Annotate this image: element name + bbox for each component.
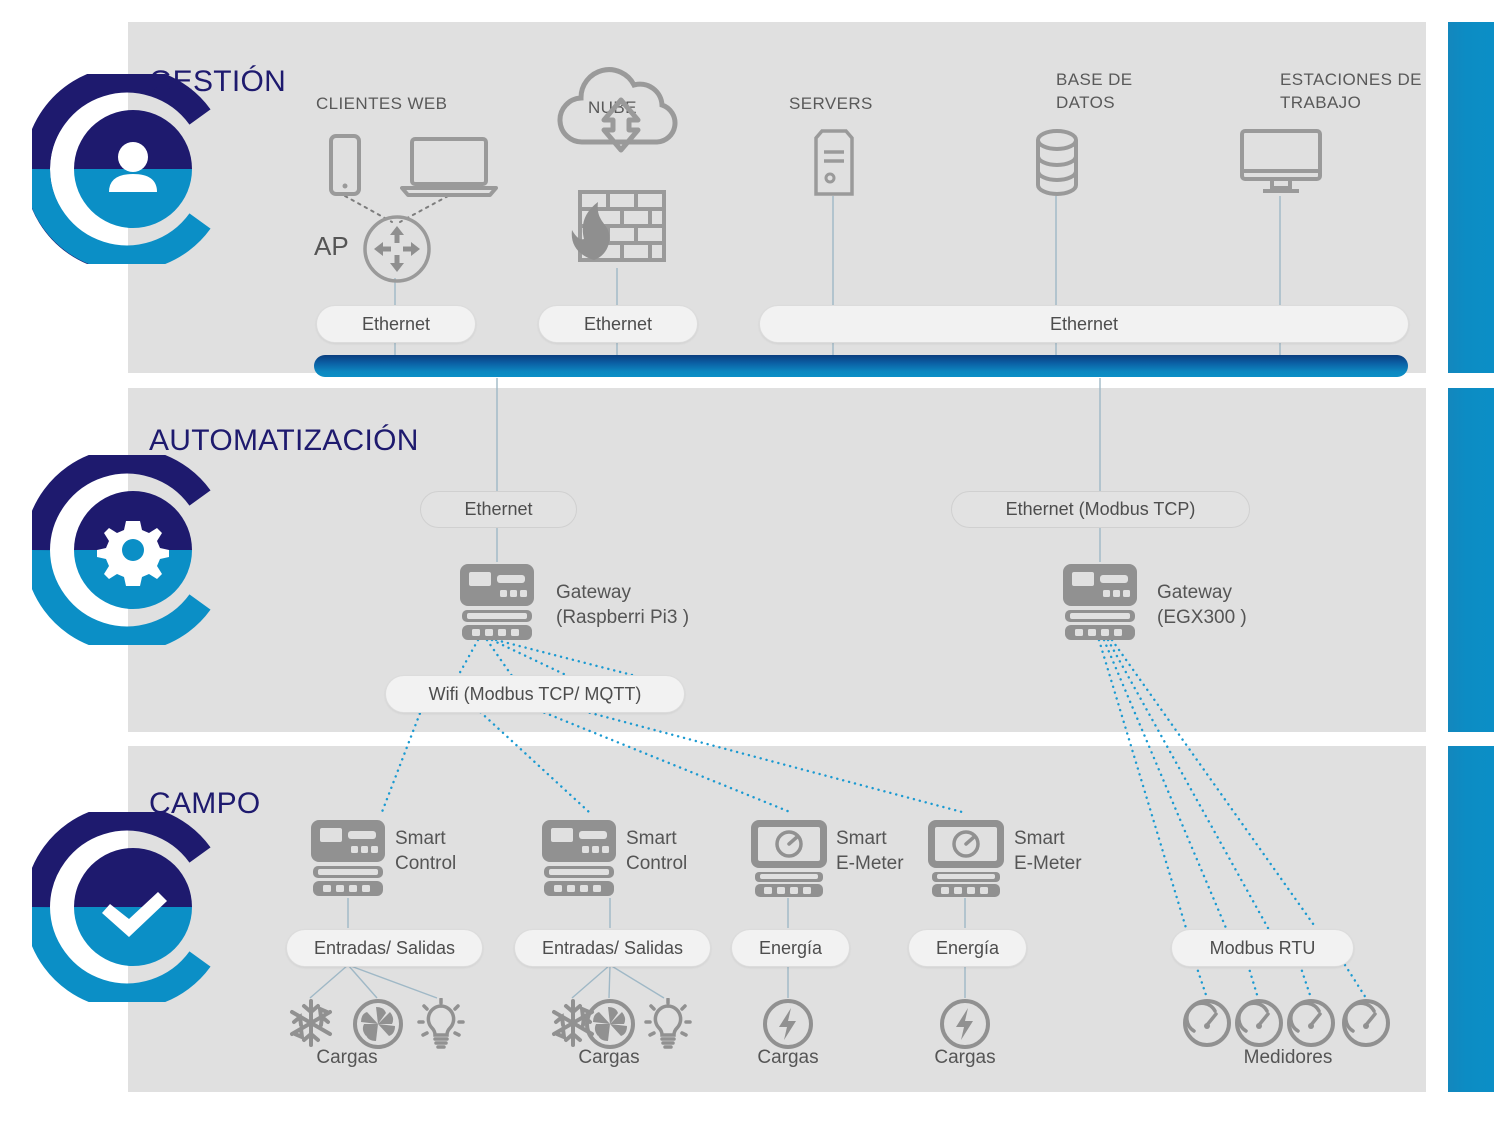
smart-control-2-label: Smart Control (626, 828, 688, 874)
ethernet-modbus-tcp-pill[interactable]: Ethernet (Modbus TCP) (951, 491, 1250, 528)
medidores-label: Medidores (1243, 1047, 1333, 1068)
laptop-icon (400, 137, 498, 197)
desktop-monitor-icon (1240, 129, 1322, 193)
firewall-icon (571, 190, 666, 262)
cargas-label-1: Cargas (316, 1047, 378, 1068)
badge-automatizacion (32, 455, 222, 645)
cargas-label-2: Cargas (578, 1047, 640, 1068)
gauge-meter-icon (1287, 999, 1335, 1047)
ethernet-pill-automation[interactable]: Ethernet (420, 491, 577, 528)
emeter-icon (928, 820, 1004, 897)
emeter-icon (751, 820, 827, 897)
smart-control-1-label: Smart Control (395, 828, 457, 874)
lightbulb-icon (644, 998, 692, 1049)
smart-emeter-2-label: Smart E-Meter (1014, 828, 1082, 874)
panel-accent-gestion (1448, 22, 1494, 373)
layer-title-gestion: GESTIÓN (149, 65, 287, 98)
panel-accent-automatizacion (1448, 388, 1494, 732)
database-icon (1036, 129, 1078, 196)
energia-pill-2[interactable]: Energía (908, 929, 1027, 967)
modbus-rtu-pill[interactable]: Modbus RTU (1171, 929, 1354, 967)
fan-icon (353, 999, 403, 1049)
gauge-meter-icon (1235, 999, 1283, 1047)
energia-pill-1[interactable]: Energía (731, 929, 850, 967)
badge-gestion (32, 74, 222, 264)
architecture-diagram: GESTIÓN AUTOMATIZACIÓN CAMPO CLIENTES WE… (0, 0, 1500, 1132)
badge-campo (32, 812, 222, 1002)
entradas-salidas-pill-2[interactable]: Entradas/ Salidas (514, 929, 711, 967)
label-ap: AP (314, 231, 349, 261)
layer-title-campo: CAMPO (149, 787, 261, 820)
energy-bolt-icon (763, 999, 813, 1049)
user-icon (109, 142, 157, 192)
gateway-icon (1063, 564, 1137, 640)
cargas-label-4: Cargas (934, 1047, 996, 1068)
smart-emeter-1-label: Smart E-Meter (836, 828, 904, 874)
gateway-icon (460, 564, 534, 640)
gauge-meter-icon (1183, 999, 1231, 1047)
layer-title-automatizacion: AUTOMATIZACIÓN (149, 424, 419, 457)
gear-icon (97, 521, 169, 586)
ethernet-pill-clients[interactable]: Ethernet (316, 305, 476, 343)
check-icon (102, 892, 167, 937)
gateway-egx300-label: Gateway (EGX300 ) (1157, 582, 1247, 628)
gauge-meter-icon (1342, 999, 1390, 1047)
ethernet-pill-cloud[interactable]: Ethernet (538, 305, 698, 343)
controller-icon (542, 820, 616, 896)
gateway-raspberry-pi-label: Gateway (Raspberri Pi3 ) (556, 582, 690, 628)
label-estaciones-trabajo: ESTACIONES DE TRABAJO (1280, 70, 1422, 112)
label-servers: SERVERS (789, 94, 873, 113)
wifi-modbus-mqtt-pill[interactable]: Wifi (Modbus TCP/ MQTT) (385, 675, 685, 713)
energy-bolt-icon (940, 999, 990, 1049)
ethernet-pill-wide[interactable]: Ethernet (759, 305, 1409, 343)
snowflake-icon (290, 999, 332, 1047)
cargas-label-3: Cargas (757, 1047, 819, 1068)
smartphone-icon (329, 134, 361, 196)
lightbulb-icon (417, 998, 465, 1049)
fan-icon (585, 999, 635, 1049)
ethernet-backbone-bus (314, 355, 1408, 377)
label-base-de-datos: BASE DE DATOS (1056, 70, 1133, 112)
server-icon (814, 129, 854, 196)
entradas-salidas-pill-1[interactable]: Entradas/ Salidas (286, 929, 483, 967)
cloud-icon (557, 67, 678, 153)
access-point-icon (363, 215, 431, 283)
panel-accent-campo (1448, 746, 1494, 1092)
controller-icon (311, 820, 385, 896)
label-clientes-web: CLIENTES WEB (316, 94, 448, 113)
